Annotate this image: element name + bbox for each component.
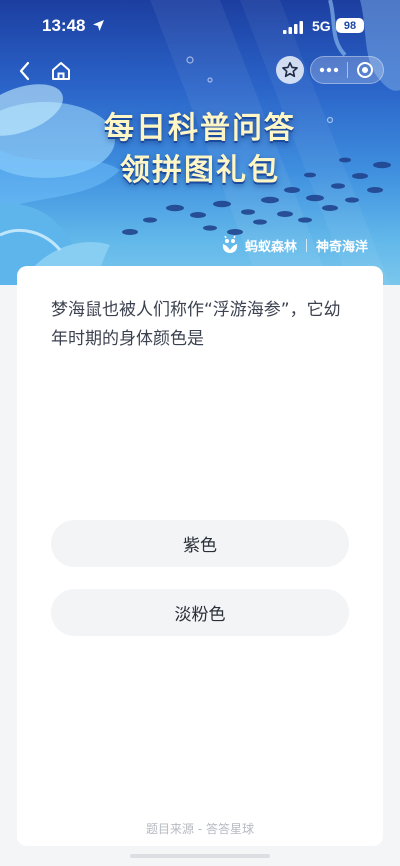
back-button[interactable] [14, 58, 38, 84]
chevron-left-icon [19, 61, 30, 81]
status-time: 13:48 [42, 16, 86, 35]
battery-level: 98 [343, 19, 357, 32]
header-banner: 13:48 5G 98 每日科普问答 领拼图礼包 蚂蚁森林 神奇海洋 [0, 0, 400, 285]
answer-option-label: 紫色 [183, 536, 217, 556]
question-card: 梦海鼠也被人们称作“浮游海参”，它幼年时期的身体颜色是 紫色 淡粉色 [17, 266, 383, 846]
ant-forest-logo-icon [222, 235, 238, 253]
more-icon [319, 67, 338, 73]
home-indicator [130, 854, 270, 858]
target-icon [357, 62, 374, 78]
battery-icon: 98 [336, 18, 364, 33]
close-miniapp-button[interactable] [347, 57, 383, 83]
answer-option-label: 淡粉色 [174, 605, 226, 625]
partner-name: 神奇海洋 [316, 239, 369, 255]
question-text: 梦海鼠也被人们称作“浮游海参”，它幼年时期的身体颜色是 [51, 300, 341, 349]
answer-option-2[interactable]: 淡粉色 [51, 589, 349, 636]
network-type: 5G [312, 18, 331, 34]
banner-title-line2: 领拼图礼包 [120, 153, 280, 188]
brand-name: 蚂蚁森林 [245, 239, 298, 255]
brand-divider [306, 238, 308, 252]
home-button[interactable] [48, 58, 74, 84]
miniapp-capsule [310, 56, 384, 84]
signal-icon [283, 19, 305, 38]
banner-title: 每日科普问答 领拼图礼包 [70, 108, 330, 192]
star-icon [282, 62, 298, 78]
favorite-button[interactable] [276, 56, 304, 84]
home-icon [52, 62, 70, 80]
banner-title-line1: 每日科普问答 [104, 111, 296, 146]
question-source: 题目来源 - 答答星球 [146, 822, 254, 836]
answer-option-1[interactable]: 紫色 [51, 520, 349, 567]
brand-row: 蚂蚁森林 神奇海洋 [220, 234, 368, 256]
location-arrow-icon [92, 17, 105, 36]
more-button[interactable] [311, 57, 347, 83]
status-bar: 13:48 5G 98 [0, 0, 400, 52]
